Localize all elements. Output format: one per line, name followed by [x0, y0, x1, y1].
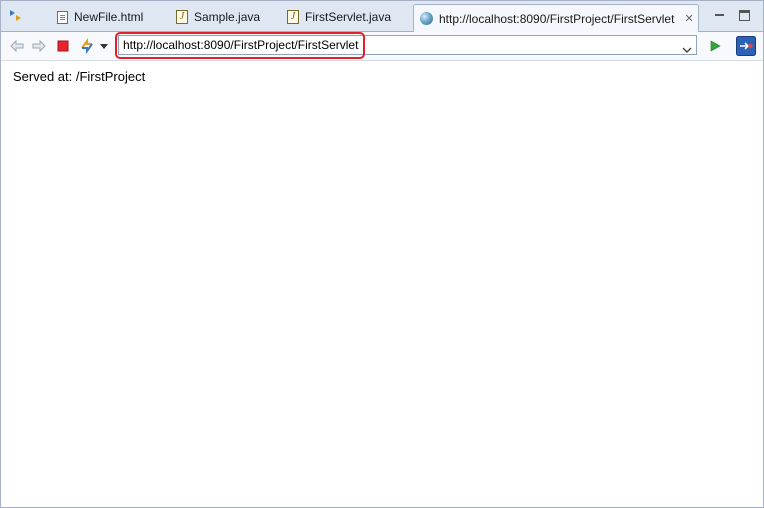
forward-arrow-icon[interactable]: [31, 38, 47, 54]
tab-label: http://localhost:8090/FirstProject/First…: [439, 11, 675, 26]
tab-browser-firstservlet[interactable]: http://localhost:8090/FirstProject/First…: [413, 4, 699, 32]
browser-toolbar: [1, 32, 763, 61]
tab-label: FirstServlet.java: [305, 10, 392, 24]
html-file-icon: [57, 10, 68, 24]
java-file-icon: J: [287, 10, 299, 24]
back-arrow-icon[interactable]: [9, 38, 25, 54]
java-file-icon: J: [176, 10, 188, 24]
url-input[interactable]: [123, 38, 673, 52]
tab-label: NewFile.html: [74, 10, 144, 24]
tab-newfile-html[interactable]: NewFile.html: [57, 5, 143, 29]
show-list-icon[interactable]: [7, 7, 23, 23]
tab-label: Sample.java: [194, 10, 261, 24]
minimize-icon[interactable]: [713, 7, 727, 21]
globe-icon: [420, 12, 433, 25]
url-bar[interactable]: [118, 35, 697, 55]
tab-firstservlet-java[interactable]: J FirstServlet.java: [287, 5, 391, 29]
maximize-icon[interactable]: [739, 10, 750, 21]
refresh-dropdown-icon[interactable]: [99, 38, 109, 54]
chevron-down-icon[interactable]: [682, 41, 692, 53]
tab-sample-java[interactable]: J Sample.java: [176, 5, 260, 29]
close-tab-icon[interactable]: ✕: [684, 12, 693, 25]
page-body-text: Served at: /FirstProject: [13, 69, 146, 84]
open-external-browser-icon[interactable]: [736, 36, 756, 56]
browser-editor-window: NewFile.html J Sample.java J FirstServle…: [0, 0, 764, 508]
go-icon[interactable]: [707, 38, 723, 54]
editor-tab-bar: NewFile.html J Sample.java J FirstServle…: [1, 1, 763, 32]
stop-icon[interactable]: [55, 38, 71, 54]
refresh-icon[interactable]: [79, 38, 95, 54]
